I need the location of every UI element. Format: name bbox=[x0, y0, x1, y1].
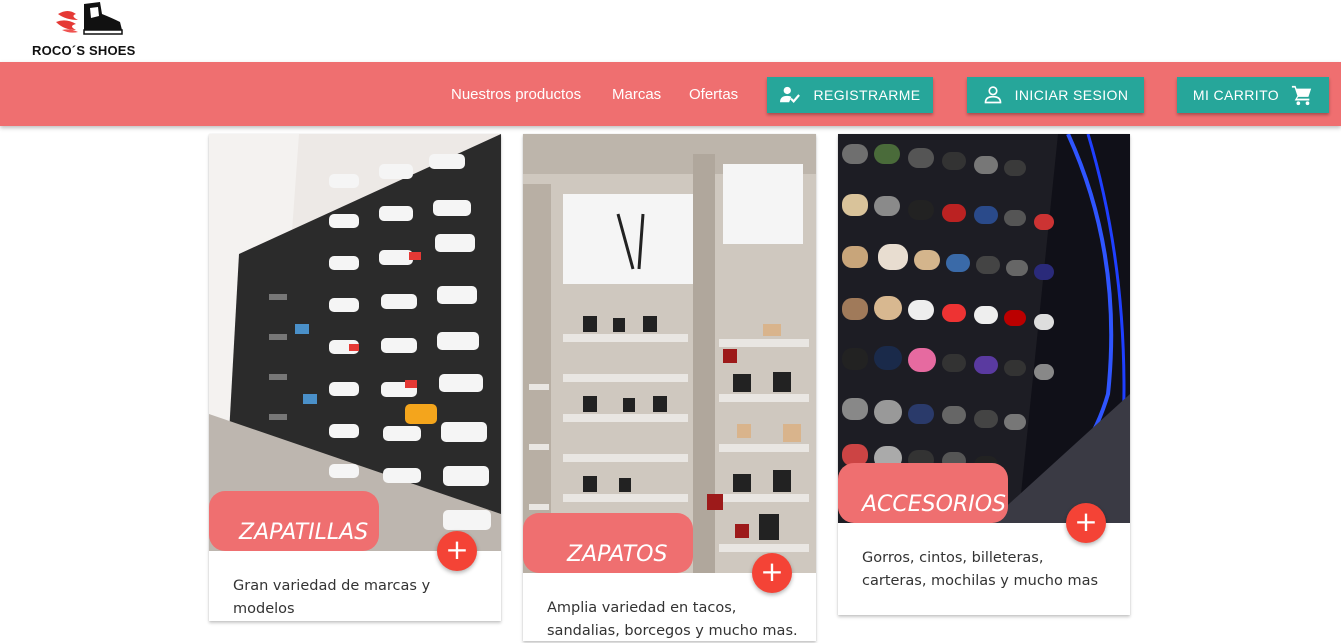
card-description: Gran variedad de marcas y modelos bbox=[233, 578, 431, 617]
card-description: Gorros, cintos, billeteras, carteras, mo… bbox=[862, 550, 1099, 589]
main-navbar: Nuestros productos Marcas Ofertas REGIST… bbox=[0, 62, 1341, 126]
sneaker-wall-photo bbox=[209, 134, 501, 551]
person-icon bbox=[984, 86, 1001, 104]
add-button[interactable]: + bbox=[1066, 503, 1106, 543]
card-title: ACCESORIOS bbox=[838, 463, 1008, 523]
card-title: ZAPATILLAS bbox=[209, 491, 379, 551]
nav-link-products[interactable]: Nuestros productos bbox=[451, 86, 581, 103]
login-label: INICIAR SESION bbox=[1014, 87, 1129, 103]
brand-logo[interactable]: ROCO´S SHOES bbox=[32, 0, 152, 60]
card-description: Amplia variedad en tacos, sandalias, bor… bbox=[547, 600, 798, 639]
cart-button[interactable]: MI CARRITO bbox=[1177, 77, 1329, 113]
category-card-zapatos: ZAPATOS + Amplia variedad en tacos, sand… bbox=[523, 134, 816, 641]
top-bar: ROCO´S SHOES bbox=[0, 0, 1341, 62]
login-button[interactable]: INICIAR SESION bbox=[967, 77, 1144, 113]
add-button[interactable]: + bbox=[752, 553, 792, 593]
sneaker-flame-logo-icon bbox=[56, 2, 123, 35]
register-button[interactable]: REGISTRARME bbox=[767, 77, 933, 113]
category-card-zapatillas: ZAPATILLAS + Gran variedad de marcas y m… bbox=[209, 134, 501, 621]
add-button[interactable]: + bbox=[437, 531, 477, 571]
nav-link-brands[interactable]: Marcas bbox=[612, 86, 661, 103]
heels-shelf-photo bbox=[523, 134, 816, 573]
register-label: REGISTRARME bbox=[813, 87, 921, 103]
cart-label: MI CARRITO bbox=[1192, 87, 1280, 103]
shopping-cart-icon bbox=[1292, 85, 1312, 106]
card-title: ZAPATOS bbox=[523, 513, 693, 573]
person-check-icon bbox=[780, 86, 801, 103]
brand-name: ROCO´S SHOES bbox=[32, 43, 136, 58]
nav-link-offers[interactable]: Ofertas bbox=[689, 86, 738, 103]
category-card-accesorios: ACCESORIOS + Gorros, cintos, billeteras,… bbox=[838, 134, 1130, 615]
